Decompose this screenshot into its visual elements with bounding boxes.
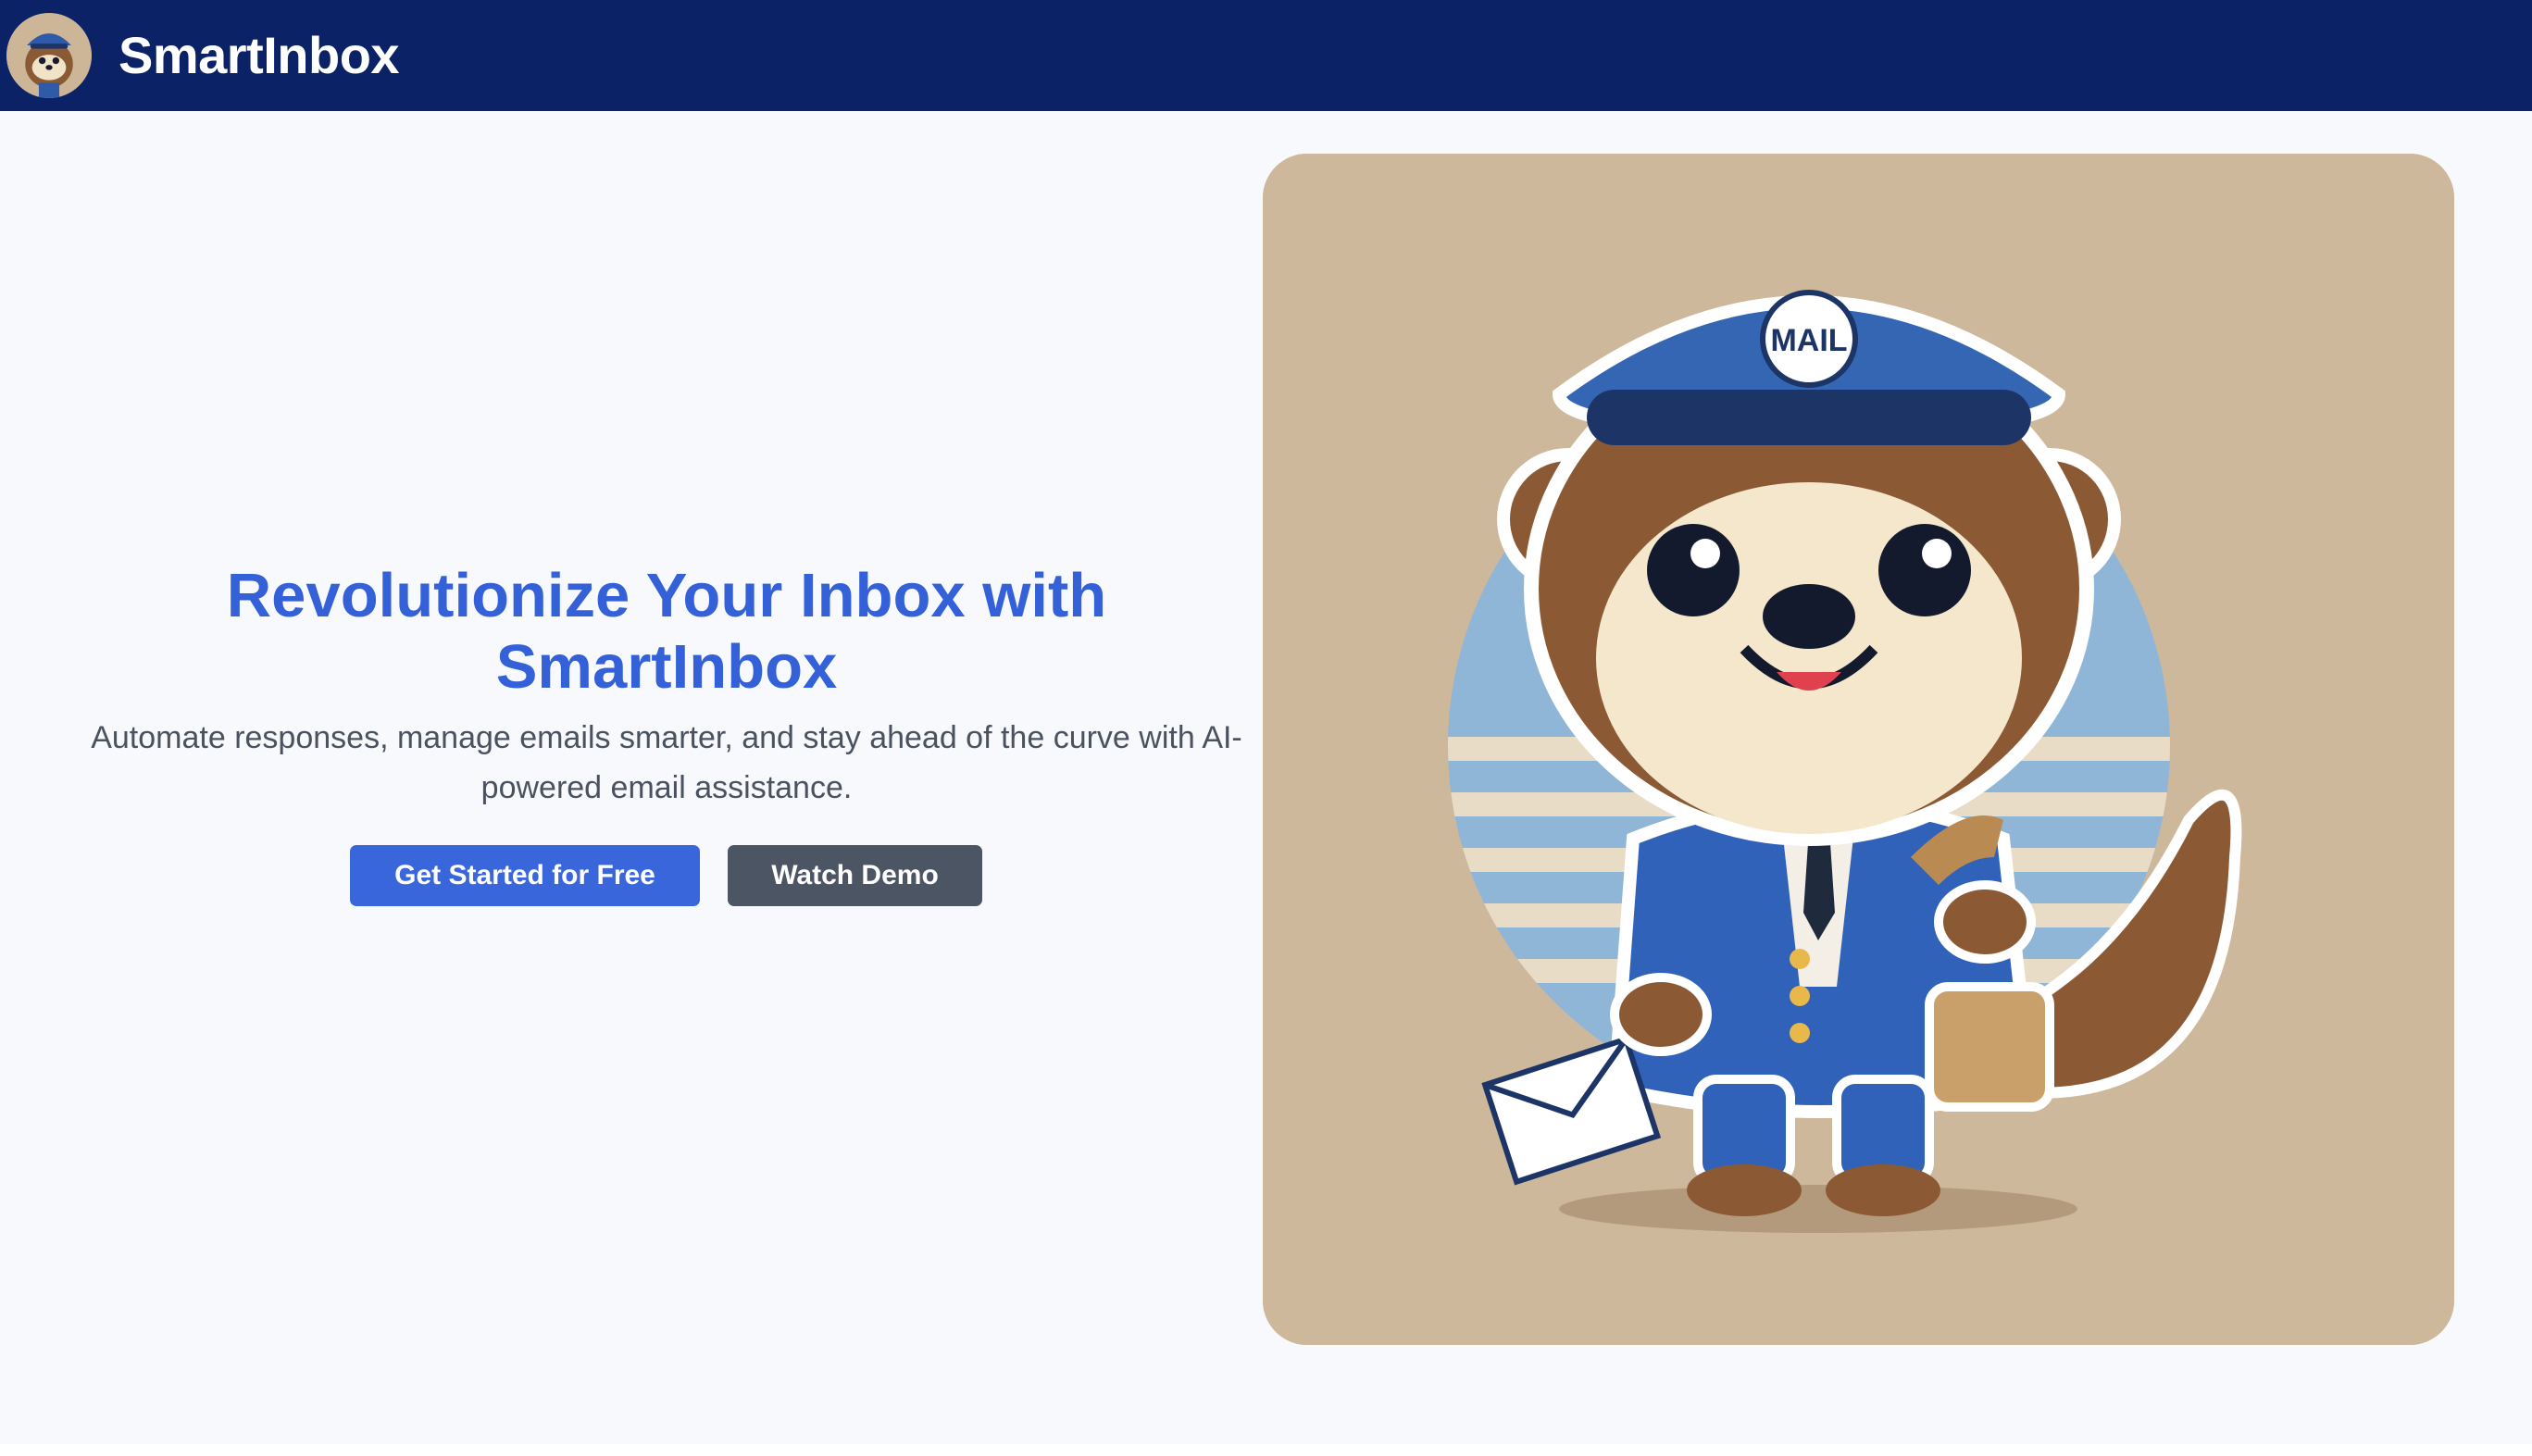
brand-name[interactable]: SmartInbox — [118, 22, 400, 89]
hero-title: Revolutionize Your Inbox with SmartInbox — [226, 561, 1107, 702]
page-bottom-divider — [0, 1444, 2532, 1456]
otter-mail-carrier-illustration: MAIL — [1263, 154, 2454, 1345]
mail-hat-label: MAIL — [1770, 323, 1847, 358]
hero-subtitle: Automate responses, manage emails smarte… — [91, 720, 1242, 805]
get-started-button[interactable]: Get Started for Free — [350, 845, 700, 906]
watch-demo-button[interactable]: Watch Demo — [728, 845, 982, 906]
logo-avatar-icon[interactable] — [6, 13, 92, 98]
hero-text-section: Revolutionize Your Inbox with SmartInbox… — [74, 111, 1259, 1444]
top-navbar: SmartInbox — [0, 0, 2532, 111]
